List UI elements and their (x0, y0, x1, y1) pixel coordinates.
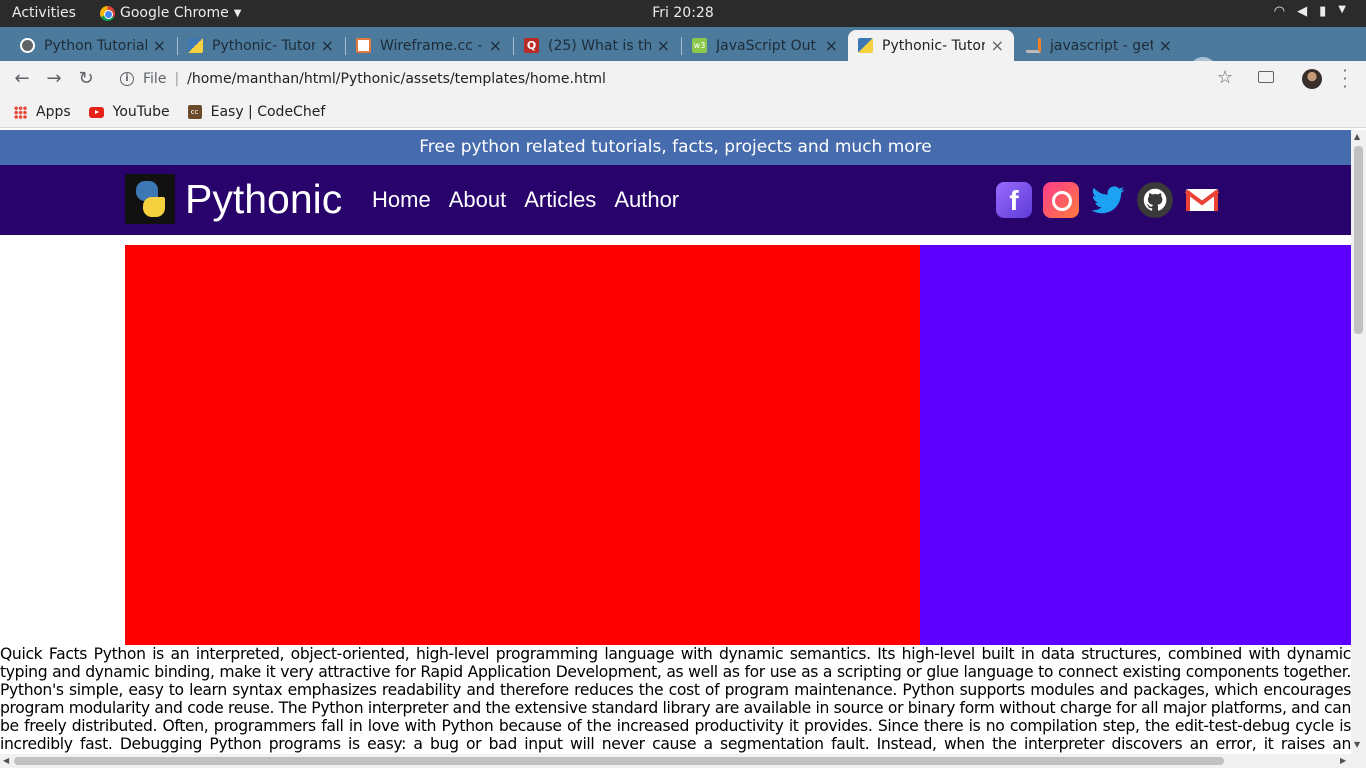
bookmark-label: Easy | CodeChef (210, 104, 326, 120)
tab-strip: Python Tutorial × Pythonic- Tutor × Wire… (0, 27, 1366, 85)
battery-icon: ▮ (1319, 4, 1327, 19)
page-viewport[interactable]: Free python related tutorials, facts, pr… (0, 130, 1351, 754)
horizontal-scroll-thumb[interactable] (14, 757, 1224, 765)
close-icon[interactable]: × (657, 36, 670, 55)
bookmark-label: YouTube (112, 104, 170, 120)
gmail-icon[interactable] (1184, 182, 1220, 218)
scroll-down-icon[interactable]: ▼ (1354, 740, 1360, 749)
browser-tab[interactable]: w3 JavaScript Out × (682, 30, 848, 61)
chrome-icon (100, 5, 115, 21)
hero-panel-left (125, 245, 920, 645)
quick-facts-text: Quick Facts Python is an interpreted, ob… (0, 645, 1351, 754)
tab-title: javascript - get (1050, 37, 1153, 54)
logo-yellow-snake (143, 197, 165, 217)
url-divider: | (174, 71, 180, 87)
activities-button[interactable]: Activities (12, 5, 76, 21)
browser-tab[interactable]: Q (25) What is the × (514, 30, 680, 61)
scroll-right-icon[interactable]: ▶ (1340, 756, 1346, 765)
hero-banner (125, 245, 1351, 645)
cast-icon[interactable] (1258, 71, 1274, 83)
close-icon[interactable]: × (489, 36, 502, 55)
browser-tab[interactable]: javascript - get × (1016, 30, 1182, 61)
chevron-down-icon: ▼ (1338, 4, 1346, 15)
twitter-icon[interactable] (1090, 182, 1126, 218)
site-nav-links: Home About Articles Author (372, 187, 679, 213)
top-banner: Free python related tutorials, facts, pr… (0, 130, 1351, 165)
close-icon[interactable]: × (321, 36, 334, 55)
github-icon[interactable] (1137, 182, 1173, 218)
w3schools-favicon-icon: w3 (692, 38, 707, 53)
info-icon[interactable]: i (120, 72, 134, 86)
site-navbar: Pythonic Home About Articles Author f (0, 165, 1351, 235)
close-icon[interactable]: × (991, 36, 1004, 55)
close-icon[interactable]: × (153, 36, 166, 55)
nav-link-articles[interactable]: Articles (524, 187, 596, 213)
bookmark-codechef[interactable]: cc Easy | CodeChef (187, 104, 326, 120)
bookmark-label: Apps (36, 104, 71, 120)
tab-title: JavaScript Out (716, 37, 817, 54)
address-bar[interactable]: i File | /home/manthan/html/Pythonic/ass… (110, 64, 1250, 94)
browser-tab[interactable]: Pythonic- Tutor × (178, 30, 344, 61)
reload-icon[interactable]: ↻ (74, 67, 98, 91)
app-menu[interactable]: Google Chrome ▼ (100, 5, 241, 21)
bookmark-youtube[interactable]: YouTube (88, 104, 170, 120)
tab-favicon-icon (20, 38, 35, 53)
vertical-scroll-thumb[interactable] (1354, 146, 1363, 334)
site-brand[interactable]: Pythonic (185, 176, 342, 223)
profile-avatar[interactable] (1302, 69, 1322, 89)
bookmark-apps[interactable]: Apps (14, 104, 71, 120)
scroll-up-icon[interactable]: ▲ (1354, 132, 1360, 141)
tab-title: Pythonic- Tutor (882, 37, 985, 54)
system-tray[interactable]: ◠ ◀ ▮ ▼ (1274, 4, 1346, 19)
hero-panel-right (920, 245, 1351, 645)
system-top-bar: Activities Google Chrome ▼ Fri 20:28 ◠ ◀… (0, 0, 1366, 27)
browser-tab[interactable]: Python Tutorial × (10, 30, 176, 61)
nav-link-author[interactable]: Author (614, 187, 679, 213)
apps-grid-icon (14, 105, 27, 119)
wireframe-favicon-icon (356, 38, 371, 53)
stackoverflow-favicon-icon (1026, 38, 1041, 53)
volume-icon: ◀ (1297, 4, 1308, 19)
quora-favicon-icon: Q (524, 38, 539, 53)
chevron-down-icon: ▼ (233, 7, 242, 19)
close-icon[interactable]: × (825, 36, 838, 55)
browser-tab-active[interactable]: Pythonic- Tutor × (848, 30, 1014, 61)
bookmarks-bar: Apps YouTube cc Easy | CodeChef (0, 97, 1366, 128)
url-scheme-label: File (143, 71, 167, 87)
vertical-scrollbar[interactable]: ▲ ▼ (1351, 130, 1366, 754)
instagram-icon[interactable] (1043, 182, 1079, 218)
facebook-icon[interactable]: f (996, 182, 1032, 218)
youtube-icon (88, 106, 104, 118)
scroll-left-icon[interactable]: ◀ (3, 756, 9, 765)
codechef-icon: cc (187, 105, 202, 119)
app-menu-label: Google Chrome (120, 5, 229, 21)
nav-link-about[interactable]: About (449, 187, 507, 213)
horizontal-scrollbar[interactable]: ◀ ▶ (0, 754, 1366, 768)
python-logo-icon[interactable] (125, 174, 175, 224)
tab-title: Pythonic- Tutor (212, 37, 315, 54)
back-icon[interactable]: ← (10, 67, 34, 91)
url-text[interactable]: /home/manthan/html/Pythonic/assets/templ… (187, 71, 606, 87)
python-favicon-icon (188, 38, 203, 53)
tab-title: Wireframe.cc - (380, 37, 483, 54)
browser-tab[interactable]: Wireframe.cc - × (346, 30, 512, 61)
menu-kebab-icon[interactable]: · · · (1340, 63, 1350, 95)
forward-icon[interactable]: → (42, 67, 66, 91)
wifi-icon: ◠ (1273, 4, 1286, 19)
python-favicon-icon (858, 38, 873, 53)
close-icon[interactable]: × (1159, 36, 1172, 55)
tab-title: Python Tutorial (44, 37, 147, 54)
tab-title: (25) What is the (548, 37, 651, 54)
bookmark-star-icon[interactable]: ☆ (1217, 67, 1233, 88)
browser-toolbar: ← → ↻ i File | /home/manthan/html/Python… (0, 61, 1366, 97)
nav-link-home[interactable]: Home (372, 187, 431, 213)
